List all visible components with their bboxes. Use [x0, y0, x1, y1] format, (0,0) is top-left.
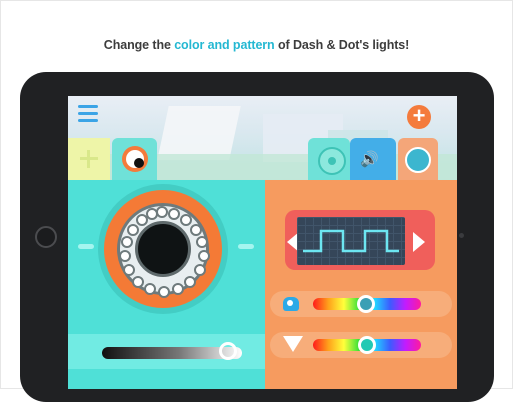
right-panel — [265, 180, 457, 389]
triangle-icon — [283, 336, 303, 352]
led-segment — [198, 250, 210, 262]
led-segment — [119, 250, 131, 262]
led-segment — [132, 276, 144, 288]
led-segment — [194, 264, 206, 276]
speaker-tool[interactable]: 🔊 — [350, 138, 396, 180]
led-segment — [121, 236, 133, 248]
color-drop-icon — [283, 297, 299, 311]
led-segment — [127, 224, 139, 236]
plus-icon[interactable]: + — [407, 105, 431, 129]
eye-pupil — [134, 158, 144, 168]
disc-tool[interactable] — [308, 138, 350, 180]
led-segment — [180, 214, 192, 226]
ring-icon — [405, 147, 431, 173]
led-segment — [172, 283, 184, 295]
pattern-display — [297, 217, 405, 265]
camera-dot — [459, 233, 464, 238]
headline: Change the color and pattern of Dash & D… — [0, 38, 513, 52]
crosshair-tool[interactable] — [68, 138, 110, 180]
right-pill — [238, 244, 254, 249]
hamburger-icon[interactable] — [78, 105, 98, 123]
speaker-icon: 🔊 — [360, 151, 379, 168]
home-button[interactable] — [35, 226, 57, 248]
led-segment — [190, 224, 202, 236]
left-pill — [78, 244, 94, 249]
eye-color-knob[interactable] — [357, 295, 375, 313]
building-shape — [157, 106, 241, 160]
led-segment — [196, 236, 208, 248]
led-segment — [158, 286, 170, 298]
headline-after: of Dash & Dot's lights! — [274, 38, 410, 52]
left-panel — [68, 180, 265, 389]
disc-icon — [318, 147, 346, 175]
led-segment — [144, 283, 156, 295]
led-segment — [184, 276, 196, 288]
next-arrow-icon[interactable] — [413, 232, 425, 252]
eye-icon — [122, 146, 148, 172]
led-segment — [123, 264, 135, 276]
eye-tool[interactable] — [112, 138, 157, 180]
ring-tool[interactable] — [398, 138, 438, 180]
light-color-knob[interactable] — [358, 336, 376, 354]
app-screen: + 🔊 — [68, 96, 457, 389]
eye-preview-pupil — [135, 221, 191, 277]
eye-white — [126, 150, 144, 168]
brightness-knob[interactable] — [219, 342, 237, 360]
led-segment — [168, 208, 180, 220]
crosshair-icon — [87, 150, 90, 168]
headline-before: Change the — [103, 38, 175, 52]
headline-accent: color and pattern — [174, 38, 275, 52]
square-wave-icon — [303, 229, 399, 253]
led-segment — [146, 208, 158, 220]
